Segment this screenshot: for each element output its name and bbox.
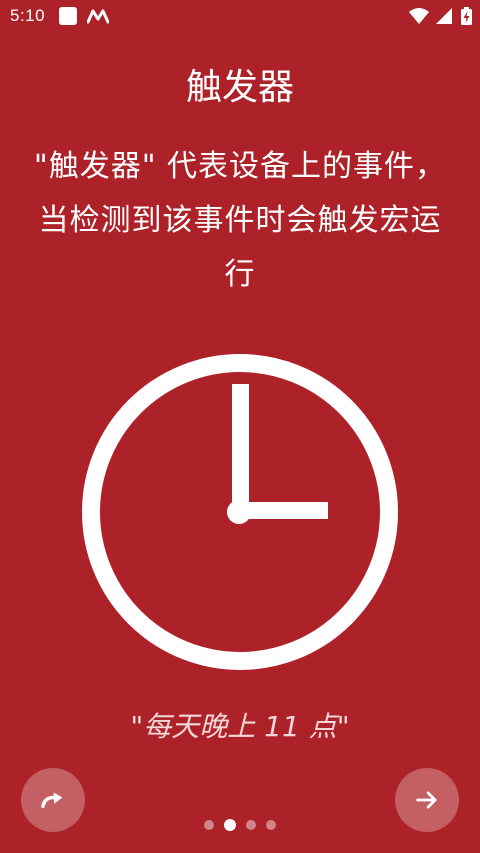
- cell-signal-icon: [436, 8, 452, 24]
- status-time: 5:10: [10, 6, 46, 25]
- example-text: "每天晚上 11 点": [130, 710, 350, 743]
- arrow-right-icon: [416, 791, 437, 809]
- page-indicator: [0, 819, 480, 831]
- wifi-icon: [409, 8, 429, 24]
- app-m-icon: [87, 9, 109, 24]
- page-title: 触发器: [185, 67, 294, 108]
- status-right-icons: [409, 7, 472, 25]
- page-indicator-dot[interactable]: [266, 820, 276, 830]
- redo-arrow-icon: [41, 792, 63, 808]
- page-indicator-dot[interactable]: [246, 820, 256, 830]
- page-indicator-dot[interactable]: [204, 820, 214, 830]
- notification-square-icon: [59, 7, 77, 25]
- page-indicator-dot[interactable]: [224, 819, 236, 831]
- clock-icon: [82, 354, 398, 670]
- status-bar: 5:10: [0, 0, 480, 32]
- description-text: "触发器" 代表设备上的事件，当检测到该事件时会触发宏运行: [33, 149, 447, 292]
- battery-charging-icon: [461, 7, 472, 25]
